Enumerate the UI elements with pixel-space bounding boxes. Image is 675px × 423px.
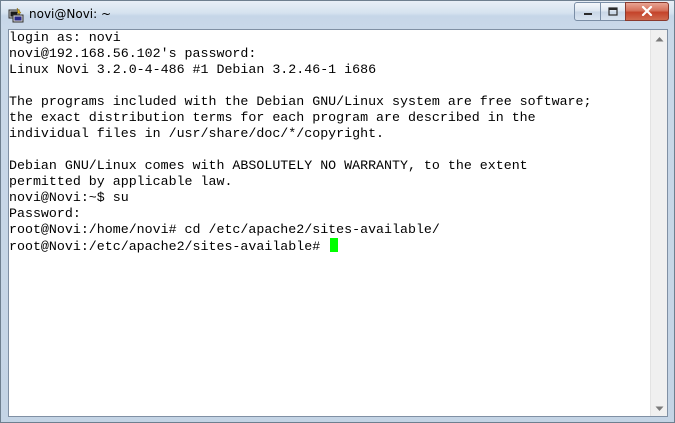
terminal-frame: login as: novi novi@192.168.56.102's pas… xyxy=(8,29,668,417)
terminal-prompt: root@Novi:/etc/apache2/sites-available# xyxy=(9,239,329,254)
title-bar[interactable]: novi@Novi: ~ xyxy=(1,1,674,28)
terminal-output: login as: novi novi@192.168.56.102's pas… xyxy=(9,30,592,254)
window-controls xyxy=(574,2,669,21)
terminal-line: novi@Novi:~$ su xyxy=(9,190,129,205)
terminal-line: individual files in /usr/share/doc/*/cop… xyxy=(9,126,385,141)
terminal-line: novi@192.168.56.102's password: xyxy=(9,46,257,61)
minimize-button[interactable] xyxy=(574,2,601,21)
terminal-line: The programs included with the Debian GN… xyxy=(9,94,592,109)
scroll-down-arrow-icon xyxy=(655,399,664,417)
terminal-line: Debian GNU/Linux comes with ABSOLUTELY N… xyxy=(9,158,528,173)
close-button[interactable] xyxy=(625,2,669,21)
terminal-line: Linux Novi 3.2.0-4-486 #1 Debian 3.2.46-… xyxy=(9,62,377,77)
terminal-line: permitted by applicable law. xyxy=(9,174,233,189)
scroll-up-arrow-icon xyxy=(655,29,664,47)
terminal-cursor xyxy=(330,238,339,252)
scroll-up-button[interactable] xyxy=(651,30,667,46)
terminal-line: root@Novi:/home/novi# cd /etc/apache2/si… xyxy=(9,222,440,237)
terminal-line: login as: novi xyxy=(9,30,121,45)
terminal-line: the exact distribution terms for each pr… xyxy=(9,110,536,125)
maximize-icon xyxy=(608,3,618,21)
terminal-area[interactable]: login as: novi novi@192.168.56.102's pas… xyxy=(9,30,650,416)
putty-window: novi@Novi: ~ login as: novi novi@192.168… xyxy=(0,0,675,423)
putty-icon[interactable] xyxy=(8,7,24,23)
vertical-scrollbar[interactable] xyxy=(650,30,667,416)
minimize-icon xyxy=(583,3,593,21)
close-icon xyxy=(641,3,653,21)
maximize-button[interactable] xyxy=(600,2,626,21)
terminal-prompt-line: root@Novi:/etc/apache2/sites-available# xyxy=(9,238,592,254)
terminal-line: Password: xyxy=(9,206,81,221)
window-title: novi@Novi: ~ xyxy=(29,7,112,21)
scroll-down-button[interactable] xyxy=(651,400,667,416)
